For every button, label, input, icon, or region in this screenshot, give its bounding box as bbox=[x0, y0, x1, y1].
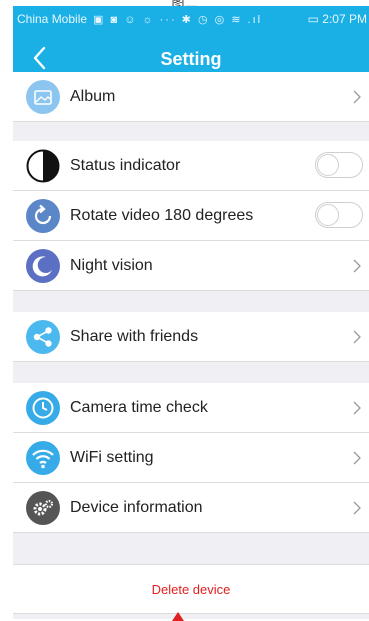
wifi-setting-label: WiFi setting bbox=[70, 449, 154, 466]
carrier-label: China Mobile bbox=[17, 12, 88, 26]
album-icon bbox=[26, 80, 60, 114]
battery-time: ▭ 2:07 PM bbox=[307, 12, 367, 26]
chevron-right-icon bbox=[353, 451, 361, 465]
clock-icon bbox=[26, 391, 60, 425]
status-icons: ▣ ◙ ☺ ☼ ··· ✱ ◷ ◎ ≋ .ıl bbox=[93, 13, 263, 26]
album-row[interactable]: Album bbox=[13, 72, 369, 122]
wifi-icon bbox=[26, 441, 60, 475]
camera-time-check-label: Camera time check bbox=[70, 399, 208, 416]
night-vision-row[interactable]: Night vision bbox=[13, 241, 369, 291]
album-label: Album bbox=[70, 88, 116, 105]
share-icon bbox=[26, 320, 60, 354]
chevron-right-icon bbox=[353, 501, 361, 515]
night-vision-label: Night vision bbox=[70, 257, 153, 274]
rotate-video-toggle[interactable] bbox=[315, 202, 363, 228]
delete-device-button[interactable]: Delete device bbox=[13, 564, 369, 614]
device-information-row[interactable]: Device information bbox=[13, 483, 369, 533]
chevron-right-icon bbox=[353, 330, 361, 344]
rotate-video-row: Rotate video 180 degrees bbox=[13, 191, 369, 241]
settings-list: Album Status indicator Rotate video 180 … bbox=[13, 72, 369, 619]
pointer-arrow-icon bbox=[172, 612, 184, 621]
status-indicator-label: Status indicator bbox=[70, 157, 181, 174]
rotate-icon bbox=[26, 199, 60, 233]
gear-icon bbox=[26, 491, 60, 525]
status-bar: China Mobile ▣ ◙ ☺ ☼ ··· ✱ ◷ ◎ ≋ .ıl ▭ 2… bbox=[13, 6, 369, 32]
moon-icon bbox=[26, 249, 60, 283]
camera-time-check-row[interactable]: Camera time check bbox=[13, 383, 369, 433]
share-with-friends-row[interactable]: Share with friends bbox=[13, 312, 369, 362]
toggle-knob bbox=[317, 204, 339, 226]
status-indicator-toggle[interactable] bbox=[315, 152, 363, 178]
rotate-video-label: Rotate video 180 degrees bbox=[70, 207, 254, 224]
wifi-setting-row[interactable]: WiFi setting bbox=[13, 433, 369, 483]
share-label: Share with friends bbox=[70, 328, 199, 345]
device-information-label: Device information bbox=[70, 499, 203, 516]
toggle-knob bbox=[317, 154, 339, 176]
chevron-right-icon bbox=[353, 259, 361, 273]
status-indicator-row: Status indicator bbox=[13, 141, 369, 191]
chevron-right-icon bbox=[353, 401, 361, 415]
chevron-right-icon bbox=[353, 90, 361, 104]
status-indicator-icon bbox=[26, 149, 60, 183]
